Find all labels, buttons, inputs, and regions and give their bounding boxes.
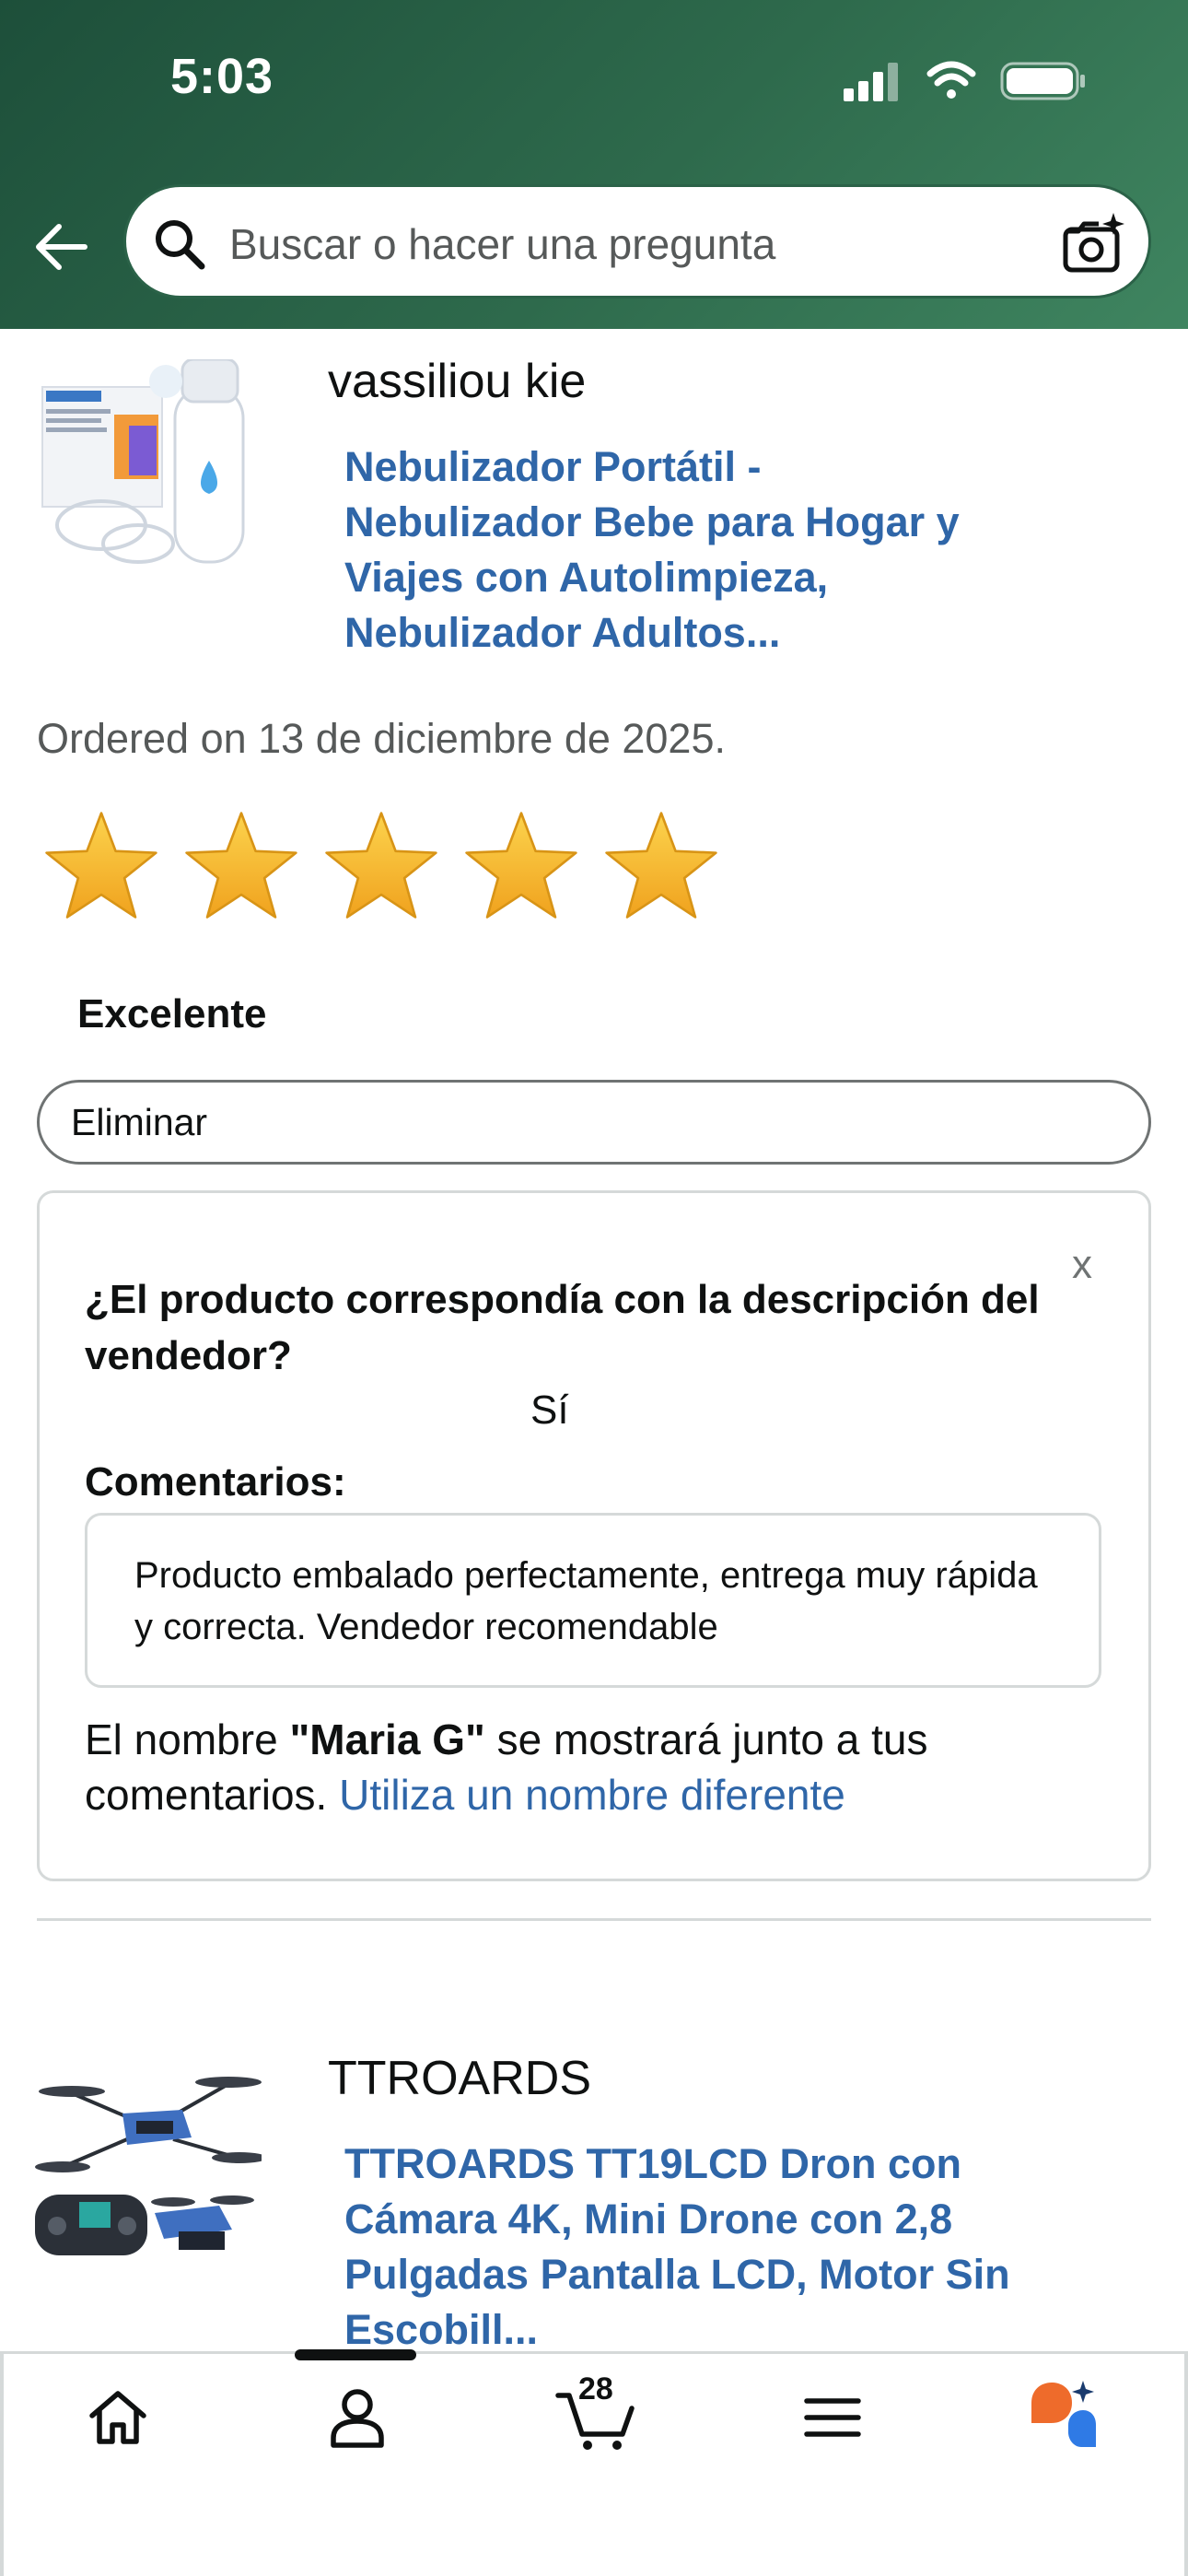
display-name-note: El nombre "Maria G" se mostrará junto a … [85,1712,1098,1822]
search-bar[interactable] [123,184,1151,299]
cart-count-badge: 28 [578,2371,613,2406]
feedback-question: ¿El producto correspondía con la descrip… [85,1277,1040,1378]
wifi-icon [926,61,976,99]
comment-text: Producto embalado perfectamente, entrega… [134,1555,1038,1647]
battery-icon [1000,62,1085,100]
use-different-name-link[interactable]: Utiliza un nombre diferente [339,1771,845,1819]
star-icon[interactable] [181,807,302,929]
rating-label: Excelente [77,991,267,1036]
comments-label: Comentarios: [85,1459,346,1505]
status-time: 5:03 [170,49,274,104]
order-date: Ordered on 13 de diciembre de 2025. [37,715,726,762]
camera-search-icon[interactable] [1060,211,1126,277]
home-icon[interactable] [81,2381,155,2454]
product-title-line[interactable]: Cámara 4K, Mini Drone con 2,8 [344,2191,1063,2247]
star-rating[interactable] [41,807,722,929]
product-title-line[interactable]: Viajes con Autolimpieza, [344,549,1063,605]
star-icon[interactable] [600,807,722,929]
status-icons [844,61,1085,101]
star-icon[interactable] [320,807,442,929]
back-arrow-icon[interactable] [31,217,90,276]
cellular-signal-icon [844,63,898,101]
name-prefix: El nombre [85,1715,290,1763]
seller-name: vassiliou kie [328,355,587,408]
search-input[interactable] [227,211,1032,277]
product-title-line[interactable]: Pulgadas Pantalla LCD, Motor Sin [344,2246,1063,2302]
product-title-line[interactable]: TTROARDS TT19LCD Dron con [344,2136,1063,2192]
star-icon[interactable] [460,807,582,929]
product-title-line[interactable]: Nebulizador Bebe para Hogar y [344,494,1063,550]
product-title-line[interactable]: Nebulizador Portátil - [344,439,1063,495]
account-icon[interactable] [320,2381,394,2454]
product-title-line[interactable]: Escobill... [344,2301,1063,2358]
star-icon[interactable] [41,807,162,929]
display-name: "Maria G" [289,1715,485,1763]
search-icon [156,220,205,270]
rufus-ai-icon[interactable] [1022,2375,1105,2458]
product-title-line[interactable]: Nebulizador Adultos... [344,604,1063,661]
feedback-answer: Sí [530,1388,569,1433]
divider [37,1918,1151,1921]
active-tab-indicator [295,2349,416,2360]
tab-bar-border [0,2351,4,2576]
tab-bar-border [1184,2351,1188,2576]
menu-icon[interactable] [796,2381,869,2454]
delete-button[interactable]: Eliminar [37,1080,1151,1165]
nebulizer-product-image[interactable] [37,359,262,580]
drone-product-image[interactable] [35,2056,262,2259]
seller-name: TTROARDS [328,2052,591,2105]
